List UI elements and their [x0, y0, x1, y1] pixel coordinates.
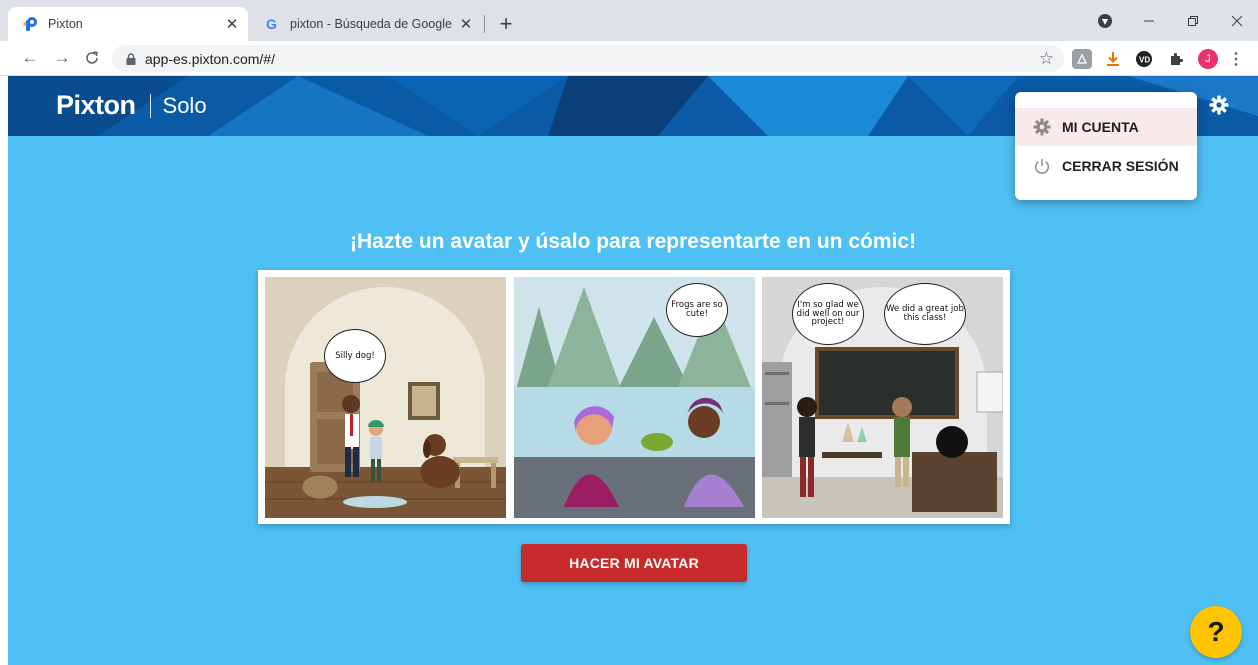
settings-gear-icon[interactable] — [1208, 94, 1230, 116]
extensions-puzzle-icon[interactable] — [1166, 49, 1186, 69]
browser-account-icon[interactable] — [1092, 8, 1118, 34]
make-avatar-button[interactable]: HACER MI AVATAR — [521, 544, 747, 582]
browser-toolbar: ← → app-es.pixton.com/#/ ☆ VD J ⋮ — [0, 41, 1258, 76]
sample-comic-strip: Silly dog! Frogs are so cute! I'm so gla… — [258, 270, 1010, 524]
restore-icon[interactable] — [1180, 8, 1206, 34]
pdf-extension-icon[interactable] — [1072, 49, 1092, 69]
profile-avatar[interactable]: J — [1198, 49, 1218, 69]
tab-pixton[interactable]: Pixton ✕ — [8, 7, 248, 41]
video-downloader-extension-icon[interactable]: VD — [1134, 49, 1154, 69]
address-bar[interactable]: app-es.pixton.com/#/ ☆ — [112, 45, 1064, 72]
pixton-favicon-icon — [23, 16, 39, 32]
power-icon — [1031, 155, 1053, 177]
new-tab-plus-icon[interactable]: + — [494, 11, 518, 36]
menu-item-label: MI CUENTA — [1062, 119, 1139, 135]
tab-title: pixton - Búsqueda de Google — [290, 17, 452, 31]
lock-icon[interactable] — [124, 52, 138, 66]
google-favicon-icon: G — [265, 16, 281, 32]
speech-bubble: We did a great job this class! — [884, 283, 966, 345]
url-text: app-es.pixton.com/#/ — [145, 50, 275, 67]
close-tab-icon[interactable]: ✕ — [456, 14, 476, 34]
tab-title: Pixton — [48, 17, 83, 31]
account-dropdown-menu: MI CUENTA CERRAR SESIÓN — [1015, 92, 1197, 200]
menu-item-logout[interactable]: CERRAR SESIÓN — [1015, 147, 1197, 185]
gear-icon — [1031, 116, 1053, 138]
speech-bubble: Frogs are so cute! — [666, 283, 728, 337]
svg-text:G: G — [266, 16, 277, 32]
comic-panel-2: Frogs are so cute! — [514, 277, 755, 518]
comic-panel-3: I'm so glad we did well on our project! … — [762, 277, 1003, 518]
logo-divider — [149, 93, 151, 118]
pixton-logo[interactable]: Pixton Solo — [56, 90, 207, 121]
comic-panel-1: Silly dog! — [265, 277, 506, 518]
menu-item-my-account[interactable]: MI CUENTA — [1015, 108, 1197, 146]
help-button[interactable]: ? — [1190, 606, 1242, 658]
speech-bubble: Silly dog! — [324, 329, 386, 383]
browser-menu-kebab-icon[interactable]: ⋮ — [1228, 49, 1244, 69]
logo-brand: Pixton — [56, 90, 136, 120]
close-window-icon[interactable] — [1224, 8, 1250, 34]
bookmark-star-icon[interactable]: ☆ — [1039, 49, 1054, 69]
download-icon[interactable] — [1103, 49, 1123, 69]
logo-mode: Solo — [162, 92, 207, 118]
minimize-icon[interactable] — [1136, 8, 1162, 34]
browser-tab-strip: Pixton ✕ G pixton - Búsqueda de Google ✕… — [0, 0, 1258, 41]
back-arrow-icon[interactable]: ← — [18, 46, 42, 70]
forward-arrow-icon[interactable]: → — [50, 46, 74, 70]
comic-panel-1-art — [265, 277, 506, 518]
reload-icon[interactable] — [80, 46, 104, 70]
page-headline: ¡Hazte un avatar y úsalo para representa… — [349, 230, 917, 253]
tab-google-search[interactable]: G pixton - Búsqueda de Google ✕ — [250, 7, 482, 41]
speech-bubble: I'm so glad we did well on our project! — [792, 283, 864, 345]
menu-item-label: CERRAR SESIÓN — [1062, 158, 1179, 174]
close-tab-icon[interactable]: ✕ — [222, 14, 242, 34]
tab-separator — [484, 15, 485, 33]
svg-text:VD: VD — [1139, 56, 1150, 65]
